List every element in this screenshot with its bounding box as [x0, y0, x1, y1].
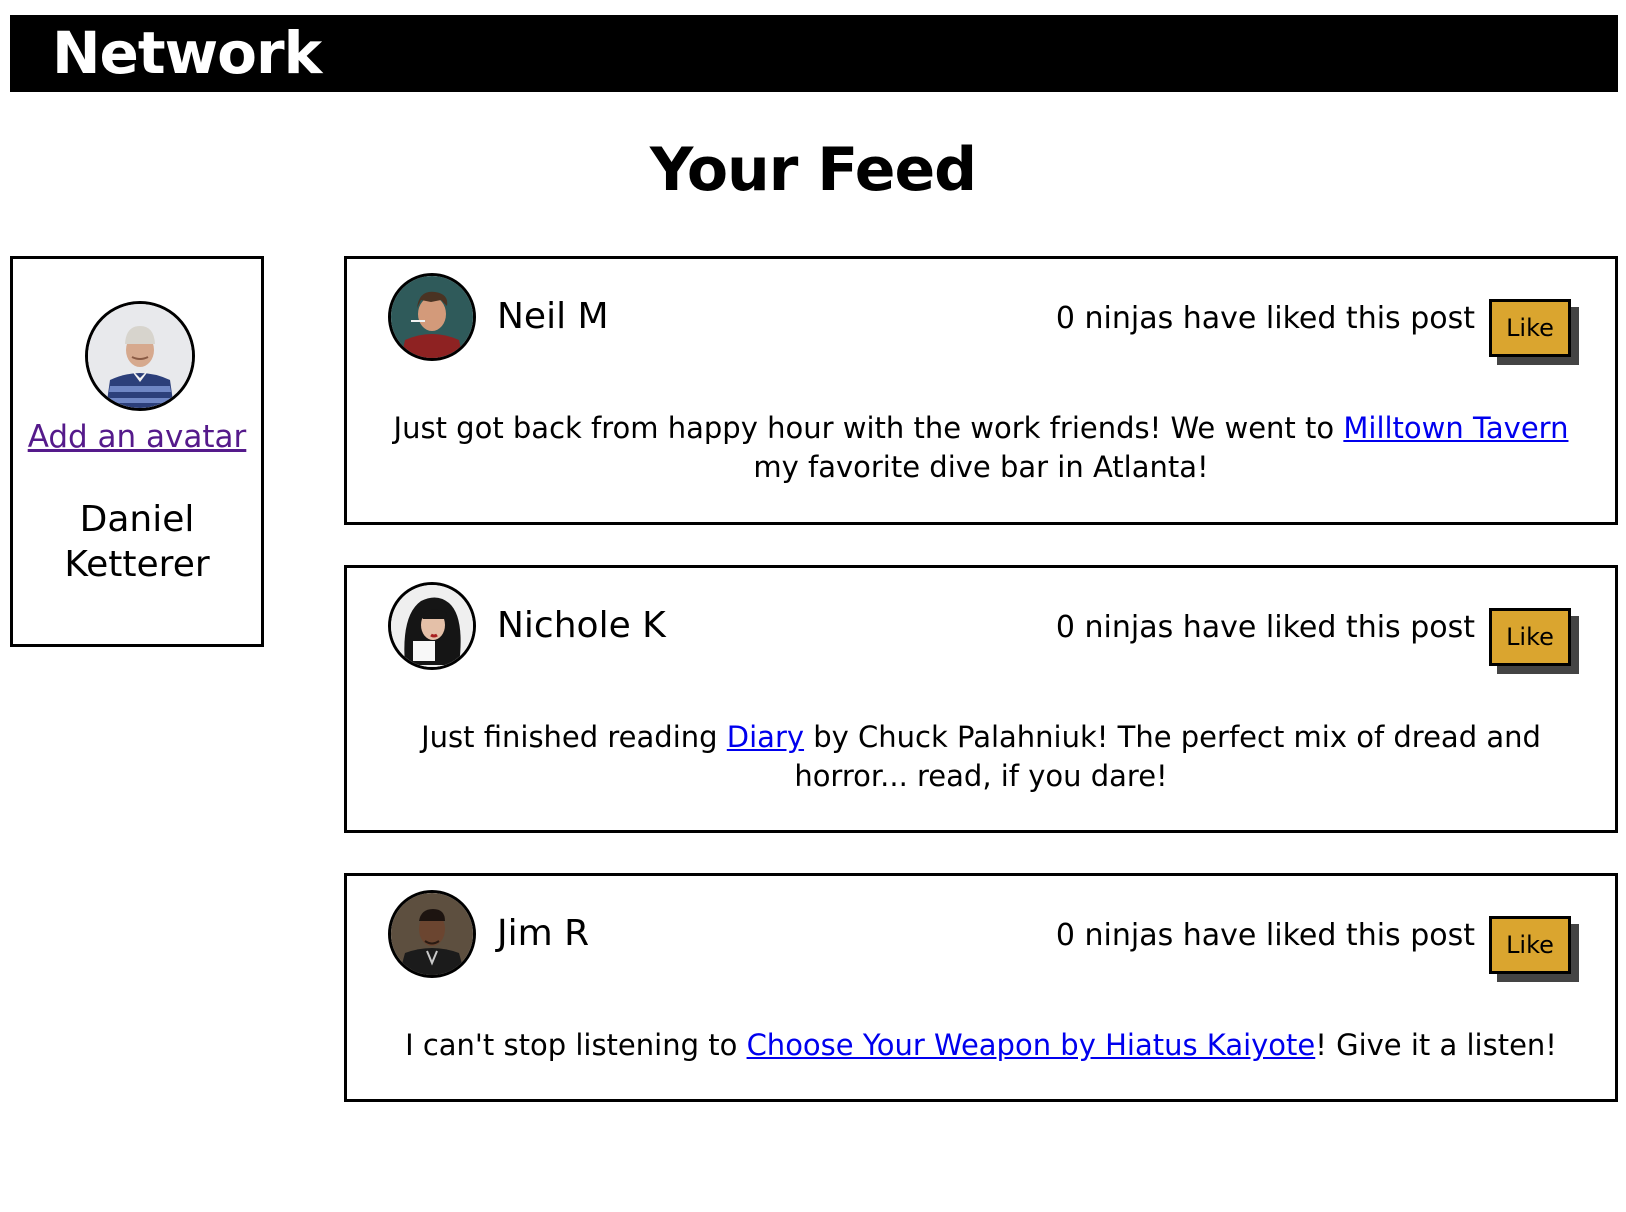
like-count: 0 ninjas have liked this post	[1055, 610, 1475, 645]
profile-avatar	[85, 301, 195, 411]
post-link[interactable]: Diary	[727, 720, 804, 754]
post-author[interactable]: Nichole K	[497, 604, 666, 648]
author-avatar	[388, 890, 476, 978]
post-card: Neil M 0 ninjas have liked this post Lik…	[344, 256, 1618, 525]
post-text-before: I can't stop listening to	[405, 1028, 747, 1062]
add-avatar-link[interactable]: Add an avatar	[13, 419, 261, 455]
post-card: Jim R 0 ninjas have liked this post Like…	[344, 873, 1618, 1102]
post-card: Nichole K 0 ninjas have liked this post …	[344, 565, 1618, 833]
post-author[interactable]: Neil M	[497, 295, 609, 339]
post-text-after: my favorite dive bar in Atlanta!	[753, 450, 1209, 484]
author-avatar	[388, 582, 476, 670]
post-text: I can't stop listening to Choose Your We…	[383, 1026, 1579, 1065]
like-count: 0 ninjas have liked this post	[1055, 301, 1475, 336]
like-button[interactable]: Like	[1489, 299, 1571, 357]
author-avatar	[388, 273, 476, 361]
like-button[interactable]: Like	[1489, 916, 1571, 974]
post-author[interactable]: Jim R	[497, 912, 589, 956]
brand-logo[interactable]: Network	[52, 17, 322, 89]
post-link[interactable]: Choose Your Weapon by Hiatus Kaiyote	[747, 1028, 1316, 1062]
top-nav-bar: Network	[10, 15, 1618, 92]
post-text: Just finished reading Diary by Chuck Pal…	[383, 718, 1579, 796]
post-text-before: Just finished reading	[421, 720, 727, 754]
profile-name: Daniel Ketterer	[64, 499, 210, 585]
post-text: Just got back from happy hour with the w…	[383, 409, 1579, 487]
post-text-after: by Chuck Palahniuk! The perfect mix of d…	[794, 720, 1541, 793]
post-link[interactable]: Milltown Tavern	[1343, 411, 1568, 445]
like-count: 0 ninjas have liked this post	[1055, 918, 1475, 953]
like-button[interactable]: Like	[1489, 608, 1571, 666]
post-text-after: ! Give it a listen!	[1315, 1028, 1557, 1062]
page-title: Your Feed	[649, 135, 977, 205]
post-text-before: Just got back from happy hour with the w…	[393, 411, 1344, 445]
profile-card: Add an avatar Daniel Ketterer	[10, 256, 264, 647]
